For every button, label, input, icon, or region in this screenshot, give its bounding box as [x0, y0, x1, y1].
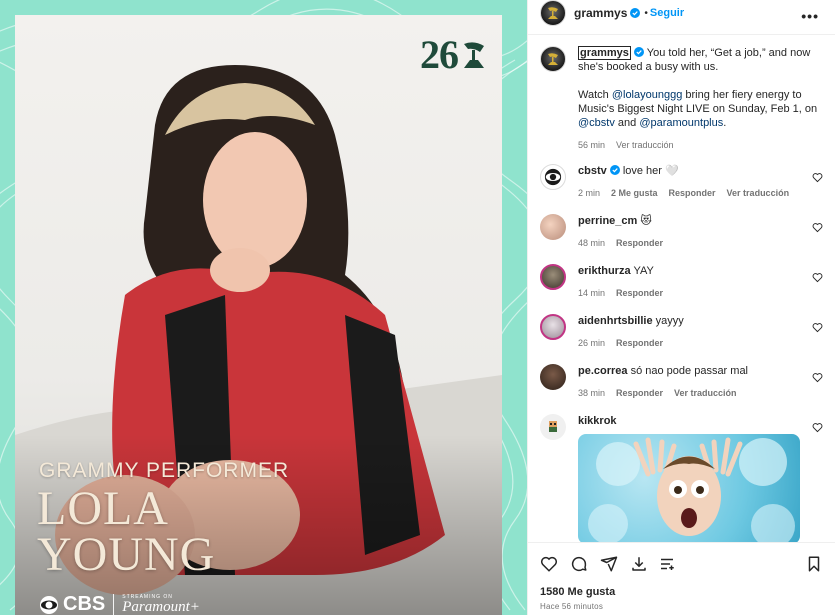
reply-button[interactable]: Responder	[616, 236, 663, 250]
heart-icon[interactable]	[812, 372, 823, 383]
sponsor-logos: CBS STREAMING ON Paramount+	[39, 593, 200, 615]
cbs-eye-icon	[544, 168, 562, 186]
pixel-character-icon	[549, 421, 557, 432]
performer-label: GRAMMY PERFORMER	[39, 459, 290, 482]
share-icon[interactable]	[600, 555, 618, 573]
gramophone-icon	[548, 7, 558, 19]
download-icon[interactable]	[630, 555, 648, 573]
comment-username[interactable]: cbstv	[578, 165, 607, 177]
post-actions	[540, 555, 823, 575]
post-timestamp: Hace 56 minutos	[540, 602, 604, 611]
heart-icon[interactable]	[812, 272, 823, 283]
gramophone-icon	[464, 41, 484, 68]
save-bookmark-icon[interactable]	[805, 555, 823, 573]
mention-cbstv[interactable]: @cbstv	[578, 117, 615, 129]
translate-link[interactable]: Ver traducción	[727, 186, 790, 200]
streaming-brand: Paramount+	[122, 598, 200, 615]
comment-gif[interactable]	[578, 434, 800, 542]
comment-item: pe.correa só nao pode passar mal 38 min …	[540, 364, 823, 400]
mention-paramountplus[interactable]: @paramountplus	[639, 117, 723, 129]
more-options-icon[interactable]: •••	[801, 8, 819, 24]
cbs-eye-icon	[40, 595, 58, 614]
caption-time: 56 min	[578, 140, 606, 150]
caption-text-2-end: .	[723, 117, 727, 129]
post-media[interactable]: 26 GRAMMY PERFORMER LOLA YOUNG CBS STREA	[0, 0, 527, 615]
comment-avatar[interactable]	[540, 364, 566, 390]
comment-username[interactable]: kikkrok	[578, 415, 617, 427]
author-username[interactable]: grammys	[574, 6, 627, 20]
edition-number: 26	[420, 32, 459, 77]
comment-item: cbstv love her 🤍 2 min 2 Me gusta Respon…	[540, 164, 823, 200]
tag-icon[interactable]	[658, 555, 676, 573]
caption-text-2-and: and	[614, 117, 640, 129]
header-divider	[528, 34, 835, 35]
gramophone-icon	[548, 53, 558, 65]
comment-icon[interactable]	[570, 555, 588, 573]
comment-time: 14 min	[578, 288, 606, 298]
post-header: grammys • Seguir	[528, 0, 835, 26]
comment-username[interactable]: perrine_cm	[578, 215, 637, 227]
comment-avatar[interactable]	[540, 314, 566, 340]
post-caption: grammys You told her, “Get a job,” and n…	[540, 46, 823, 152]
translate-link[interactable]: Ver traducción	[674, 386, 737, 400]
cartoon-scientist-gif	[588, 437, 795, 542]
comment-username[interactable]: erikthurza	[578, 265, 631, 277]
post-sidebar: grammys • Seguir ••• grammys You told he…	[527, 0, 835, 615]
reply-button[interactable]: Responder	[616, 336, 663, 350]
comment-likes[interactable]: 2 Me gusta	[611, 186, 658, 200]
comment-username[interactable]: aidenhrtsbillie	[578, 315, 653, 327]
reply-button[interactable]: Responder	[669, 186, 716, 200]
follow-button[interactable]: Seguir	[650, 7, 684, 19]
comment-avatar[interactable]	[540, 164, 566, 190]
header-separator: •	[644, 7, 648, 19]
caption-text-2-prefix: Watch	[578, 89, 612, 101]
comment-text: yayyy	[655, 315, 684, 327]
performer-poster: 26 GRAMMY PERFORMER LOLA YOUNG CBS STREA	[15, 15, 502, 615]
comment-item: aidenhrtsbillie yayyy 26 min Responder	[540, 314, 823, 350]
verified-badge-icon	[633, 47, 644, 57]
performer-name-line-2: YOUNG	[37, 528, 216, 581]
comment-item: perrine_cm 😻 48 min Responder	[540, 214, 823, 250]
comment-time: 2 min	[578, 188, 601, 198]
like-heart-icon[interactable]	[540, 555, 558, 573]
sponsor-divider	[113, 593, 115, 615]
comment-avatar[interactable]	[540, 414, 566, 440]
paramount-plus-logo: STREAMING ON Paramount+	[122, 594, 200, 615]
comment-text: love her 🤍	[622, 165, 679, 177]
likes-count[interactable]: 1580 Me gusta	[540, 586, 615, 598]
performer-name-line-1: LOLA	[37, 482, 169, 535]
comment-item: kikkrok	[540, 414, 823, 542]
reply-button[interactable]: Responder	[616, 286, 663, 300]
caption-avatar[interactable]	[540, 46, 566, 72]
comment-text: 😻	[640, 215, 652, 227]
mention-lolayounggg[interactable]: @lolayounggg	[612, 89, 683, 101]
comment-time: 26 min	[578, 338, 606, 348]
heart-icon[interactable]	[812, 422, 823, 433]
comments-list[interactable]: grammys You told her, “Get a job,” and n…	[528, 44, 835, 542]
comment-username[interactable]: pe.correa	[578, 365, 628, 377]
grammys-26-logo: 26	[420, 31, 488, 78]
author-avatar[interactable]	[540, 0, 566, 26]
comment-item: erikthurza YAY 14 min Responder	[540, 264, 823, 300]
heart-icon[interactable]	[812, 222, 823, 233]
comment-time: 48 min	[578, 238, 606, 248]
reply-button[interactable]: Responder	[616, 386, 663, 400]
comment-text: YAY	[633, 265, 654, 277]
verified-badge-icon	[630, 8, 641, 18]
caption-username[interactable]: grammys	[578, 46, 631, 60]
heart-icon[interactable]	[812, 322, 823, 333]
actions-divider	[528, 542, 835, 543]
verified-badge-icon	[609, 165, 620, 175]
network-name: CBS	[63, 593, 106, 615]
comment-avatar[interactable]	[540, 214, 566, 240]
comment-time: 38 min	[578, 388, 606, 398]
cbs-logo: CBS	[39, 593, 105, 615]
comment-avatar[interactable]	[540, 264, 566, 290]
caption-translate-link[interactable]: Ver traducción	[616, 138, 674, 152]
heart-icon[interactable]	[812, 172, 823, 183]
comment-text: só nao pode passar mal	[630, 365, 749, 377]
